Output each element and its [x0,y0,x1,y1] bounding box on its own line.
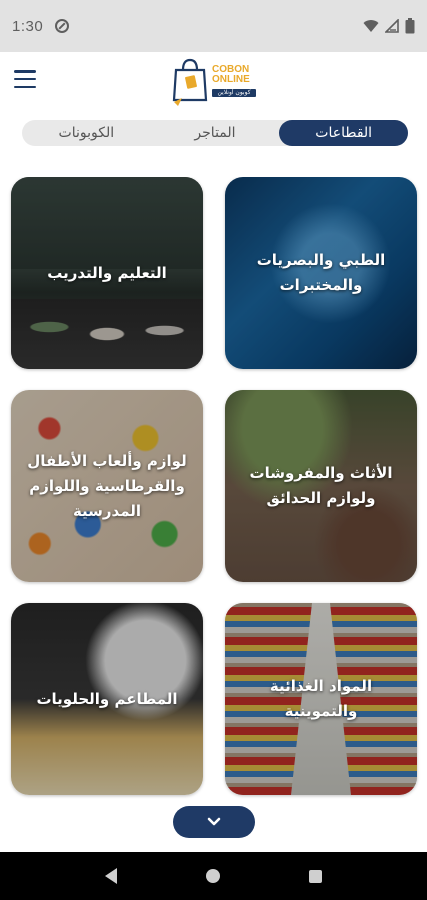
category-card-kids-stationery[interactable]: لوازم وألعاب الأطفال والقرطاسية واللوازم… [11,390,203,582]
chevron-down-icon [207,817,221,826]
battery-icon [405,18,415,34]
segment-tabs: القطاعات المتاجر الكوبونات [22,120,408,146]
recent-apps-icon[interactable] [309,869,323,883]
app-header: COBON ONLINE كوبون أونلاين [0,52,427,108]
app-logo: COBON ONLINE كوبون أونلاين [172,56,258,108]
category-card-furniture[interactable]: الأثاث والمفروشات ولوازم الحدائق [225,390,417,582]
hamburger-menu-icon[interactable] [14,70,36,88]
category-title: الأثاث والمفروشات ولوازم الحدائق [249,464,393,507]
logo-text: COBON ONLINE [212,64,250,85]
system-nav-bar [0,852,427,900]
back-icon[interactable] [104,868,117,884]
category-title: الطبي والبصريات والمختبرات [256,251,386,294]
status-icons [363,18,415,34]
category-card-grocery[interactable]: المواد الغذائية والتموينية [225,603,417,795]
dnd-icon [55,19,70,33]
home-icon[interactable] [205,869,220,883]
tab-sectors[interactable]: القطاعات [279,120,408,146]
tab-coupons[interactable]: الكوبونات [22,120,151,146]
scroll-down-button[interactable] [173,806,255,838]
logo-arabic-text: كوبون أونلاين [212,89,256,97]
category-title: لوازم وألعاب الأطفال والقرطاسية واللوازم… [27,451,187,520]
tab-stores[interactable]: المتاجر [151,120,280,146]
category-title: التعليم والتدريب [47,263,167,282]
wifi-icon [363,20,379,32]
shopping-bag-logo-icon [172,58,208,106]
category-title: المطاعم والحلويات [36,689,178,708]
category-title: المواد الغذائية والتموينية [269,677,373,720]
category-card-medical[interactable]: الطبي والبصريات والمختبرات [225,177,417,369]
status-bar: 1:30 [0,0,427,52]
signal-icon [385,19,399,33]
category-card-restaurants[interactable]: المطاعم والحلويات [11,603,203,795]
category-grid: الطبي والبصريات والمختبرات التعليم والتد… [0,177,427,799]
status-time: 1:30 [12,17,44,35]
category-card-education[interactable]: التعليم والتدريب [11,177,203,369]
